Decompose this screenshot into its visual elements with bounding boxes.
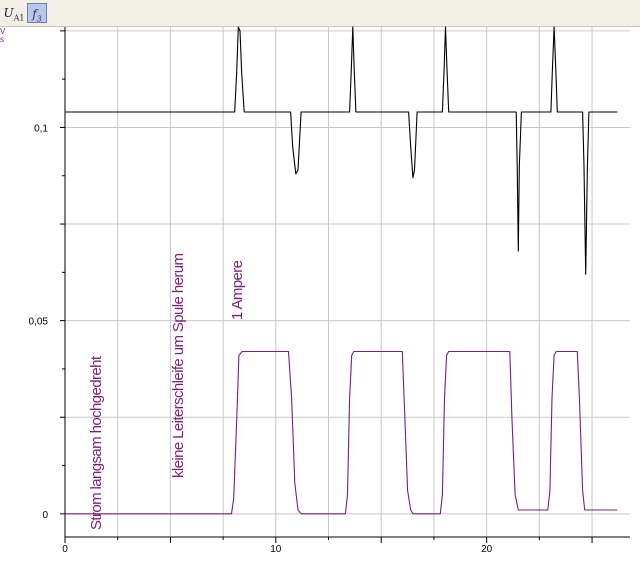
annotations: Strom langsam hochgedreht kleine Leitersc… xyxy=(88,254,246,530)
x-tick-label: 0 xyxy=(62,544,68,555)
y-tick-label: 0,05 xyxy=(29,317,49,328)
x-tick-label: 20 xyxy=(481,544,493,555)
chart[interactable]: 0 10 20 0 0,05 0,1 Strom langsam hochgedreht k… xyxy=(0,0,640,564)
y-tick-label: 0 xyxy=(42,510,48,521)
annotation-label: kleine Leiterschleife um Spule herum xyxy=(170,254,187,478)
series-line-1 xyxy=(65,26,618,275)
series xyxy=(65,26,618,515)
axes xyxy=(60,27,630,543)
y-tick-label: 0,1 xyxy=(34,123,48,134)
annotation-label: Strom langsam hochgedreht xyxy=(88,355,105,530)
series-line-2 xyxy=(65,350,618,515)
x-tick-label: 10 xyxy=(270,544,282,555)
grid xyxy=(64,27,630,537)
annotation-label: 1 Ampere xyxy=(229,260,246,320)
